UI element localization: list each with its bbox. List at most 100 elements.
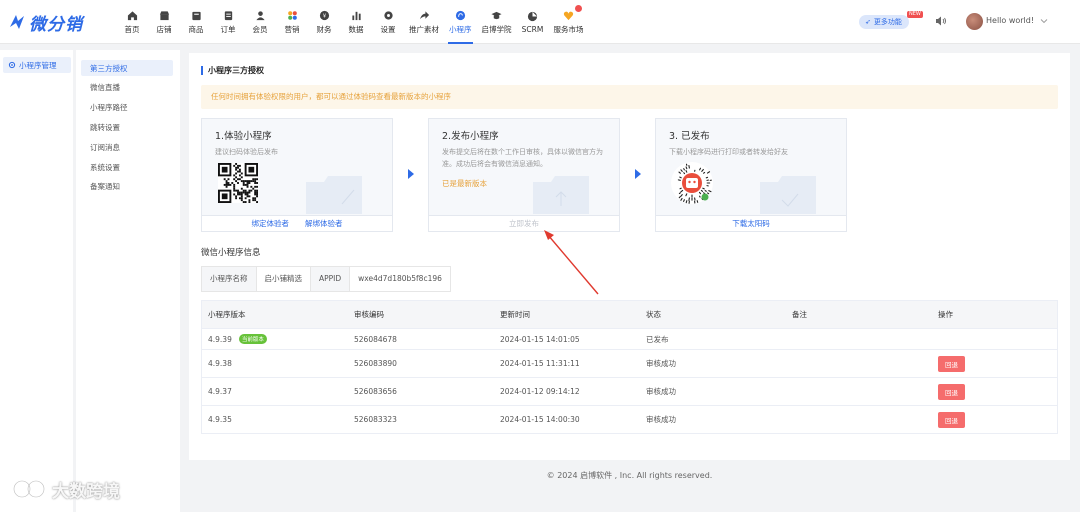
rollback-button[interactable]: 回退 [938, 383, 965, 400]
publish-now-button[interactable]: 立即发布 [509, 218, 539, 229]
bind-tester-link[interactable]: 绑定体验者 [252, 218, 290, 229]
nav-item-label: 小程序 [449, 25, 472, 34]
table-row: 4.9.35 526083323 2024-01-15 14:00:30 审核成功 回退 [202, 405, 1057, 433]
speaker-icon[interactable] [935, 15, 947, 27]
more-features-button[interactable]: ➶ 更多功能 [859, 15, 909, 29]
table-row: 4.9.38 526083890 2024-01-15 11:31:11 审核成功 回退 [202, 349, 1057, 377]
cell-text: 2024-01-15 11:31:11 [500, 359, 580, 368]
step-desc: 下载小程序码进行打印或者转发给好友 [669, 148, 788, 156]
column-header: 更新时间 [500, 310, 530, 319]
page-title: 小程序三方授权 [201, 66, 264, 75]
sidebar-item-sub[interactable]: 微信直播 [81, 80, 173, 96]
cell-text: 2024-01-15 14:00:30 [500, 415, 580, 424]
notification-dot [574, 5, 582, 12]
sidebar-item-sub[interactable]: 跳转设置 [81, 119, 173, 135]
nav-item-settings[interactable]: 设置 [372, 0, 404, 44]
cell-text: 审核成功 [646, 359, 676, 368]
new-badge: NEW [907, 11, 923, 18]
brand-name: 微分销 [29, 14, 83, 35]
sidebar-item-sub[interactable]: 备案通知 [81, 179, 173, 195]
home-icon [126, 9, 138, 21]
market-icon [563, 9, 575, 21]
unbind-tester-link[interactable]: 解绑体验者 [305, 218, 343, 229]
rollback-button[interactable]: 回退 [938, 355, 965, 372]
avatar[interactable] [966, 13, 983, 30]
step-footer: 下载太阳码 [656, 215, 846, 231]
scrm-icon [527, 10, 539, 22]
share-icon [418, 9, 430, 21]
nav-item-member[interactable]: 会员 [244, 0, 276, 44]
top-header: 微分销 首页 店铺 商品 订单 会员 营销 ¥ 财务 数据 设置 推广素材 小程序 启博学院 SCRM 服务… [0, 0, 1080, 44]
nav-item-home[interactable]: 首页 [116, 0, 148, 44]
nav-item-academy[interactable]: 启博学院 [477, 0, 517, 44]
nav-item-marketing[interactable]: 营销 [276, 0, 308, 44]
nav-item-share[interactable]: 推广素材 [404, 0, 444, 44]
miniprogram-info-title: 微信小程序信息 [201, 248, 261, 258]
download-sun-code-link[interactable]: 下载太阳码 [732, 218, 770, 229]
data-icon [350, 9, 362, 21]
table-cell-time: 2024-01-12 09:14:12 [494, 387, 640, 396]
table-cell-version: 4.9.35 [202, 415, 348, 424]
name-value: 启小铺精选 [257, 267, 311, 291]
step-desc: 发布提交后将在数个工作日审核，具体以微信官方为准。成功后将会有微信消息通知。 [442, 148, 603, 168]
nav-item-finance[interactable]: ¥ 财务 [308, 0, 340, 44]
cell-text: 2024-01-12 09:14:12 [500, 387, 580, 396]
sidebar-item-sub[interactable]: 小程序路径 [81, 100, 173, 116]
nav-item-miniprogram[interactable]: 小程序 [444, 0, 477, 44]
gear-icon [8, 61, 16, 69]
cell-text: 审核成功 [646, 387, 676, 396]
appid-value: wxe4d7d180b5f8c196 [358, 274, 442, 283]
user-name[interactable]: Hello world! [986, 16, 1034, 25]
nav-item-scrm[interactable]: SCRM [517, 0, 549, 44]
cell-text: 2024-01-15 14:01:05 [500, 334, 580, 344]
table-cell-code: 526083323 [348, 415, 494, 424]
academy-icon [491, 9, 503, 21]
sidebar-item-sub[interactable]: 订阅消息 [81, 139, 173, 155]
member-icon [254, 9, 266, 21]
miniprogram-icon [454, 9, 466, 21]
name-label: 小程序名称 [202, 267, 257, 291]
table-row: 4.9.37 526083656 2024-01-12 09:14:12 审核成功 回退 [202, 377, 1057, 405]
brand-logo[interactable]: 微分销 [8, 11, 96, 35]
miniprogram-info-row: 小程序名称 启小铺精选 APPID wxe4d7d180b5f8c196 [201, 266, 451, 292]
current-version-badge: 当前版本 [238, 334, 267, 344]
step-card-experience: 1.体验小程序 建议扫码体验后发布 绑定体验者 解绑体验者 [201, 118, 393, 232]
table-cell-action: 回退 [932, 355, 1057, 372]
sidebar-item-miniprogram-manage[interactable]: 小程序管理 [3, 57, 71, 73]
footer-copyright: © 2024 启博软件 , Inc. All rights reserved. [546, 471, 713, 480]
nav-item-market[interactable]: 服务市场 [549, 0, 589, 44]
chevron-down-icon[interactable] [1040, 17, 1048, 25]
latest-version-status: 已是最新版本 [442, 179, 487, 188]
sidebar-item-sub[interactable]: 系统设置 [81, 159, 173, 175]
order-icon [222, 9, 234, 21]
sidebar-item-sub[interactable]: 第三方授权 [81, 60, 173, 76]
nav-item-order[interactable]: 订单 [212, 0, 244, 44]
cell-text: 526083890 [354, 359, 397, 368]
rollback-button[interactable]: 回退 [938, 411, 965, 428]
cell-text: 审核成功 [646, 415, 676, 424]
cell-text: 4.9.37 [208, 387, 232, 396]
step-title: 2.发布小程序 [442, 131, 499, 142]
step-arrow-icon [408, 169, 414, 179]
goods-icon [190, 9, 202, 21]
column-header: 操作 [938, 310, 953, 319]
nav-item-label: 服务市场 [553, 25, 584, 34]
main-content: 小程序三方授权 任何时间拥有体验权限的用户，都可以通过体验码查看最新版本的小程序… [189, 53, 1070, 460]
store-icon [158, 9, 170, 21]
nav-item-label: 推广素材 [409, 25, 439, 34]
nav-item-label: SCRM [521, 25, 544, 34]
nav-item-label: 营销 [284, 25, 300, 34]
cell-text: 526084678 [354, 334, 397, 344]
table-cell-code: 526083656 [348, 387, 494, 396]
watermark-logo-icon [12, 479, 46, 499]
nav-item-store[interactable]: 店铺 [148, 0, 180, 44]
nav-item-goods[interactable]: 商品 [180, 0, 212, 44]
nav-item-data[interactable]: 数据 [340, 0, 372, 44]
cell-text: 4.9.39 [208, 334, 232, 344]
step-title: 1.体验小程序 [215, 131, 272, 142]
rocket-icon: ➶ [865, 18, 871, 26]
step-card-publish: 2.发布小程序 发布提交后将在数个工作日审核，具体以微信官方为准。成功后将会有微… [428, 118, 620, 232]
step-footer: 绑定体验者 解绑体验者 [202, 215, 392, 231]
table-cell-status: 审核成功 [640, 414, 786, 425]
table-cell-time: 2024-01-15 14:00:30 [494, 415, 640, 424]
